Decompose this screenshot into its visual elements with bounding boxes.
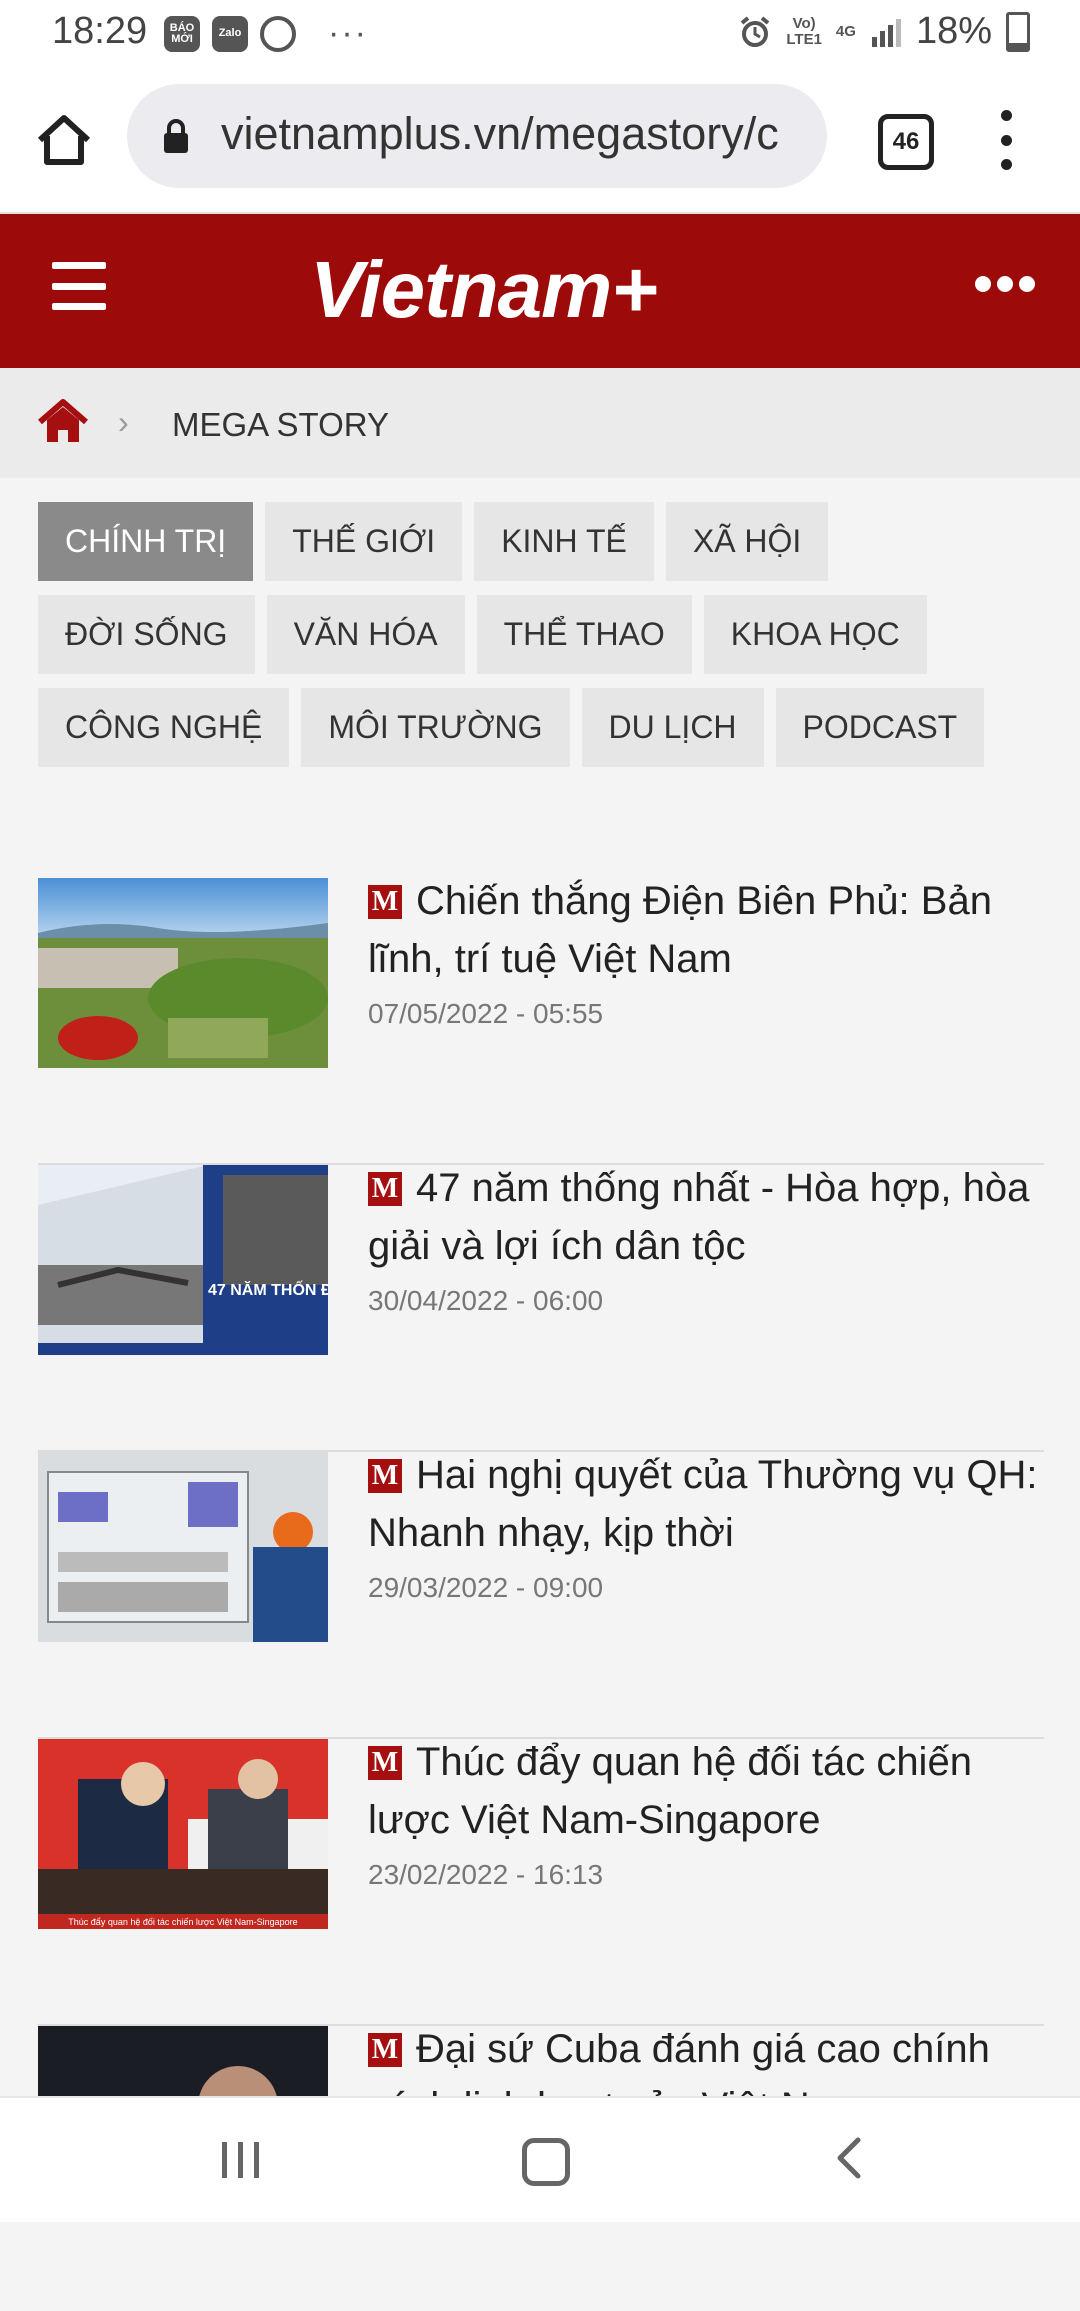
article-thumbnail[interactable] bbox=[38, 1452, 328, 1642]
system-nav-bar bbox=[0, 2096, 1080, 2222]
article-title-text[interactable]: 47 năm thống nhất - Hòa hợp, hòa giải và… bbox=[368, 1166, 1029, 1268]
tab-doi-song[interactable]: ĐỜI SỐNG bbox=[38, 595, 255, 674]
battery-percent: 18% bbox=[915, 10, 992, 52]
recent-apps-icon[interactable] bbox=[222, 2142, 259, 2178]
home-icon[interactable] bbox=[34, 110, 94, 170]
article-date: 30/04/2022 - 06:00 bbox=[368, 1285, 604, 1316]
tab-du-lich[interactable]: DU LỊCH bbox=[581, 688, 764, 767]
article-thumbnail[interactable] bbox=[38, 878, 328, 1068]
article-thumbnail[interactable]: 47 NĂM THỐN ĐẤT NƯỚ bbox=[38, 1165, 328, 1355]
megastory-badge: M bbox=[368, 885, 402, 919]
tab-the-thao[interactable]: THỂ THAO bbox=[476, 595, 692, 674]
notification-icons: BÁO MỚI Zalo ··· bbox=[164, 14, 368, 53]
volte-indicator: Vo) LTE1 bbox=[786, 14, 822, 48]
article-date: 29/03/2022 - 09:00 bbox=[368, 1572, 604, 1603]
breadcrumb: › MEGA STORY bbox=[0, 368, 1080, 478]
category-row: CHÍNH TRỊ THẾ GIỚI KINH TẾ XÃ HỘI bbox=[38, 502, 1048, 581]
article-title[interactable]: M Thúc đẩy quan hệ đối tác chiến lược Việ… bbox=[368, 1733, 1048, 1849]
hamburger-menu-icon[interactable] bbox=[52, 262, 106, 310]
battery-icon bbox=[1006, 11, 1030, 52]
category-row: ĐỜI SỐNG VĂN HÓA THỂ THAO KHOA HỌC bbox=[38, 595, 1048, 674]
home-icon[interactable] bbox=[36, 398, 90, 444]
status-time: 18:29 bbox=[52, 10, 148, 52]
megastory-badge: M bbox=[368, 2033, 402, 2067]
megastory-badge: M bbox=[368, 1172, 402, 1206]
tab-kinh-te[interactable]: KINH TẾ bbox=[474, 502, 654, 581]
tab-xa-hoi[interactable]: XÃ HỘI bbox=[665, 502, 829, 581]
list-item[interactable]: Thúc đẩy quan hệ đối tác chiến lược Việt… bbox=[38, 1739, 1044, 2026]
megastory-badge: M bbox=[368, 1746, 402, 1780]
alarm-icon bbox=[741, 15, 770, 47]
article-title[interactable]: M 47 năm thống nhất - Hòa hợp, hòa giải v… bbox=[368, 1159, 1048, 1275]
tab-podcast[interactable]: PODCAST bbox=[775, 688, 985, 767]
article-thumbnail[interactable]: Thúc đẩy quan hệ đối tác chiến lược Việt… bbox=[38, 1739, 328, 1929]
lock-icon bbox=[164, 119, 188, 153]
tab-khoa-hoc[interactable]: KHOA HỌC bbox=[703, 595, 927, 674]
tab-cong-nghe[interactable]: CÔNG NGHỆ bbox=[38, 688, 290, 767]
article-title-text[interactable]: Thúc đẩy quan hệ đối tác chiến lược Việt… bbox=[368, 1740, 972, 1842]
list-item[interactable]: 47 NĂM THỐN ĐẤT NƯỚ M47 năm thống nhất -… bbox=[38, 1165, 1044, 1452]
zalo-icon: Zalo bbox=[212, 15, 248, 52]
tab-van-hoa[interactable]: VĂN HÓA bbox=[266, 595, 465, 674]
megastory-badge: M bbox=[368, 1459, 402, 1493]
tab-switcher-button[interactable]: 46 bbox=[878, 114, 934, 170]
browser-toolbar: vietnamplus.vn/megastory/c 46 bbox=[0, 72, 1080, 214]
status-right: Vo) LTE1 4G 18% bbox=[738, 10, 1030, 53]
category-row: CÔNG NGHỆ MÔI TRƯỜNG DU LỊCH PODCAST bbox=[38, 688, 1048, 767]
network-type: 4G bbox=[835, 22, 856, 40]
url-text[interactable]: vietnamplus.vn/megastory/c bbox=[221, 108, 817, 160]
category-tabs: CHÍNH TRỊ THẾ GIỚI KINH TẾ XÃ HỘI ĐỜI SỐ… bbox=[38, 502, 1048, 781]
list-item[interactable]: M Hai nghị quyết của Thường vụ QH: Nhanh … bbox=[38, 1452, 1044, 1739]
article-title[interactable]: M Hai nghị quyết của Thường vụ QH: Nhanh … bbox=[368, 1446, 1048, 1562]
breadcrumb-chevron-icon: › bbox=[118, 404, 129, 440]
signal-icon bbox=[871, 18, 901, 47]
list-item[interactable]: M Chiến thắng Điện Biên Phủ: Bản lĩnh, tr… bbox=[38, 878, 1044, 1165]
more-notifications-icon: ··· bbox=[328, 14, 368, 52]
lte-label: LTE1 bbox=[786, 30, 822, 48]
thumb-caption: 47 NĂM THỐN ĐẤT NƯỚ bbox=[208, 1279, 328, 1299]
more-options-icon[interactable] bbox=[975, 276, 1035, 292]
article-title-text[interactable]: Chiến thắng Điện Biên Phủ: Bản lĩnh, trí… bbox=[368, 879, 992, 981]
breadcrumb-current[interactable]: MEGA STORY bbox=[172, 406, 389, 444]
home-button-icon[interactable] bbox=[522, 2138, 570, 2186]
article-date: 23/02/2022 - 16:13 bbox=[368, 1859, 604, 1890]
volte-label: Vo) bbox=[792, 14, 816, 32]
thumb-caption: Thúc đẩy quan hệ đối tác chiến lược Việt… bbox=[68, 1917, 297, 1927]
article-title[interactable]: M Chiến thắng Điện Biên Phủ: Bản lĩnh, tr… bbox=[368, 872, 1048, 988]
site-header: Vietnam+ bbox=[0, 214, 1080, 368]
tab-the-gioi[interactable]: THẾ GIỚI bbox=[265, 502, 463, 581]
status-bar: 18:29 BÁO MỚI Zalo ··· Vo) LTE1 4G 18% bbox=[0, 0, 1080, 72]
back-icon[interactable] bbox=[830, 2134, 870, 2182]
tab-moi-truong[interactable]: MÔI TRƯỜNG bbox=[301, 688, 570, 767]
browser-menu-icon[interactable] bbox=[996, 110, 1016, 170]
address-bar[interactable]: vietnamplus.vn/megastory/c bbox=[127, 84, 827, 188]
article-title-text[interactable]: Hai nghị quyết của Thường vụ QH: Nhanh n… bbox=[368, 1453, 1037, 1555]
site-logo[interactable]: Vietnam+ bbox=[310, 244, 658, 336]
baomoi-icon: BÁO MỚI bbox=[164, 15, 200, 52]
chrome-icon bbox=[260, 15, 296, 52]
article-date: 07/05/2022 - 05:55 bbox=[368, 998, 604, 1029]
tab-chinh-tri[interactable]: CHÍNH TRỊ bbox=[38, 502, 254, 581]
